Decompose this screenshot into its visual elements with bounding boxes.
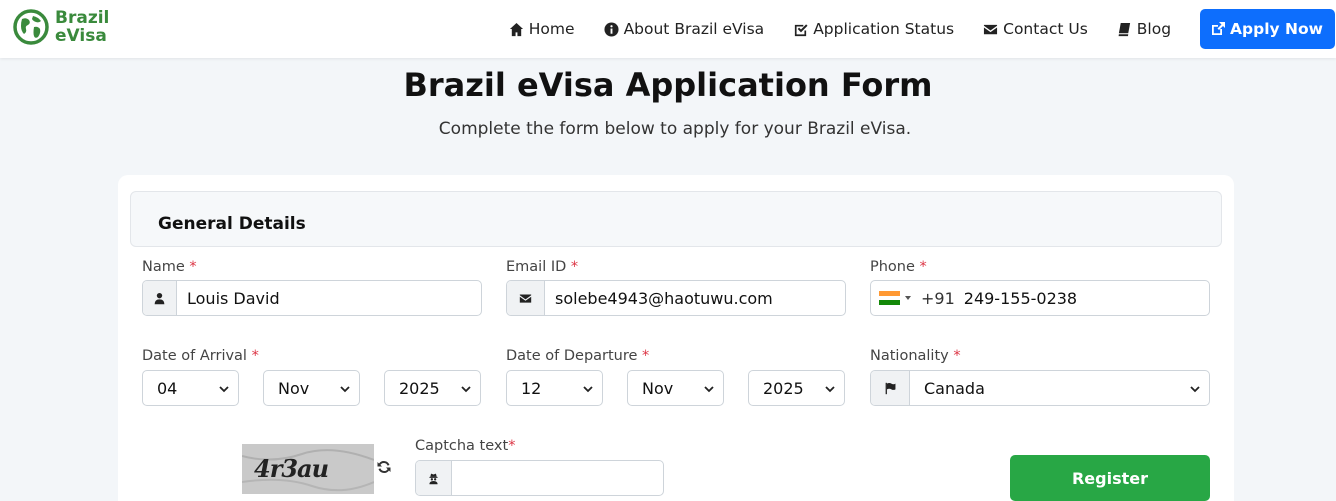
captcha-text-image: 4r3au [254, 454, 329, 483]
arrival-month-value: Nov [278, 378, 310, 398]
register-button[interactable]: Register [1010, 455, 1210, 501]
apply-now-label: Apply Now [1230, 20, 1323, 38]
captcha-label-text: Captcha text [415, 438, 509, 454]
departure-label-text: Date of Departure [506, 348, 638, 364]
email-addon [507, 281, 545, 315]
arrival-year-select[interactable]: 2025 [384, 370, 481, 406]
nationality-field[interactable]: Canada [870, 370, 1210, 406]
phone-required-mark: * [919, 259, 927, 275]
refresh-captcha-icon[interactable] [376, 459, 392, 475]
arrival-day-value: 04 [157, 378, 178, 398]
page-title: Brazil eVisa Application Form [403, 66, 933, 104]
captcha-field[interactable] [415, 460, 664, 496]
email-required-mark: * [570, 259, 579, 275]
chevron-down-icon [825, 386, 835, 393]
navbar: Brazil eVisa Home About Brazil eVisa App… [0, 0, 1336, 58]
arrival-year-value: 2025 [399, 378, 440, 398]
departure-required-mark: * [642, 348, 650, 364]
phone-label: Phone * [870, 259, 927, 275]
email-input[interactable]: solebe4943@haotuwu.com [545, 281, 773, 315]
brand-name: Brazil eVisa [55, 9, 109, 45]
nav-about-label: About Brazil eVisa [623, 20, 765, 38]
nav-about[interactable]: About Brazil eVisa [604, 20, 765, 38]
brand-line-1: Brazil [55, 8, 110, 28]
phone-field[interactable]: +91 249-155-0238 [870, 280, 1210, 316]
name-field[interactable]: Louis David [142, 280, 482, 316]
email-label-text: Email ID [506, 259, 567, 275]
name-required-mark: * [189, 259, 197, 275]
departure-year-value: 2025 [763, 378, 804, 398]
departure-label: Date of Departure * [506, 348, 649, 364]
user-icon [154, 292, 165, 304]
nav-application-status[interactable]: Application Status [793, 20, 954, 38]
brand-line-2: eVisa [55, 26, 107, 46]
email-label: Email ID * [506, 259, 578, 275]
nav-blog[interactable]: Blog [1117, 20, 1171, 38]
name-input[interactable]: Louis David [177, 281, 280, 315]
departure-day-value: 12 [521, 378, 542, 398]
captcha-addon [416, 461, 452, 495]
apply-now-button[interactable]: Apply Now [1200, 9, 1335, 49]
user-secret-icon [429, 473, 438, 484]
nationality-label-text: Nationality [870, 348, 949, 364]
envelope-icon [519, 293, 532, 303]
check-square-icon [795, 23, 808, 36]
chevron-down-icon [583, 386, 593, 393]
general-details-header: General Details [130, 191, 1222, 247]
departure-year-select[interactable]: 2025 [748, 370, 845, 406]
country-code-dropdown[interactable] [871, 281, 911, 315]
chevron-down-icon [1190, 386, 1200, 393]
captcha-required-mark: * [508, 438, 516, 454]
chevron-down-icon [219, 386, 229, 393]
phone-label-text: Phone [870, 259, 915, 275]
flag-icon [885, 382, 895, 394]
email-field[interactable]: solebe4943@haotuwu.com [506, 280, 846, 316]
nav-application-status-label: Application Status [813, 20, 955, 38]
nav-home[interactable]: Home [509, 20, 575, 38]
home-icon [509, 22, 523, 36]
application-form-card: General Details Name * Louis David Email… [118, 175, 1234, 501]
name-label: Name * [142, 259, 197, 275]
chevron-down-icon [704, 386, 714, 393]
departure-month-select[interactable]: Nov [627, 370, 724, 406]
captcha-label: Captcha text* [415, 438, 515, 454]
globe-logo-icon [13, 9, 49, 45]
captcha-image: 4r3au [242, 444, 374, 494]
phone-number: 249-155-0238 [963, 288, 1078, 308]
section-title: General Details [158, 214, 306, 234]
nationality-required-mark: * [953, 348, 961, 364]
phone-dial-code: +91 [921, 288, 955, 308]
departure-day-select[interactable]: 12 [506, 370, 603, 406]
chevron-down-icon [461, 386, 471, 393]
nav-contact-label: Contact Us [1003, 20, 1088, 38]
nav-blog-label: Blog [1136, 20, 1172, 38]
nav-contact[interactable]: Contact Us [983, 20, 1088, 38]
departure-month-value: Nov [642, 378, 674, 398]
nationality-select[interactable]: Canada [910, 371, 985, 405]
main-nav: Home About Brazil eVisa Application Stat… [509, 0, 1336, 58]
name-label-text: Name [142, 259, 185, 275]
arrival-label-text: Date of Arrival [142, 348, 247, 364]
arrival-required-mark: * [251, 348, 259, 364]
external-link-icon [1212, 22, 1226, 35]
envelope-icon [984, 24, 998, 34]
chevron-down-icon [340, 386, 350, 393]
nav-home-label: Home [528, 20, 575, 38]
phone-input[interactable]: +91 249-155-0238 [911, 281, 1077, 315]
captcha-input[interactable] [452, 461, 462, 495]
arrival-day-select[interactable]: 04 [142, 370, 239, 406]
india-flag-icon [879, 291, 900, 306]
nationality-addon [871, 371, 910, 405]
arrival-label: Date of Arrival * [142, 348, 259, 364]
brand-logo-link[interactable]: Brazil eVisa [13, 9, 109, 45]
nationality-label: Nationality * [870, 348, 961, 364]
name-addon [143, 281, 177, 315]
arrival-month-select[interactable]: Nov [263, 370, 360, 406]
page-subtitle: Complete the form below to apply for you… [438, 119, 912, 139]
book-icon [1118, 22, 1130, 36]
info-circle-icon [604, 21, 619, 37]
